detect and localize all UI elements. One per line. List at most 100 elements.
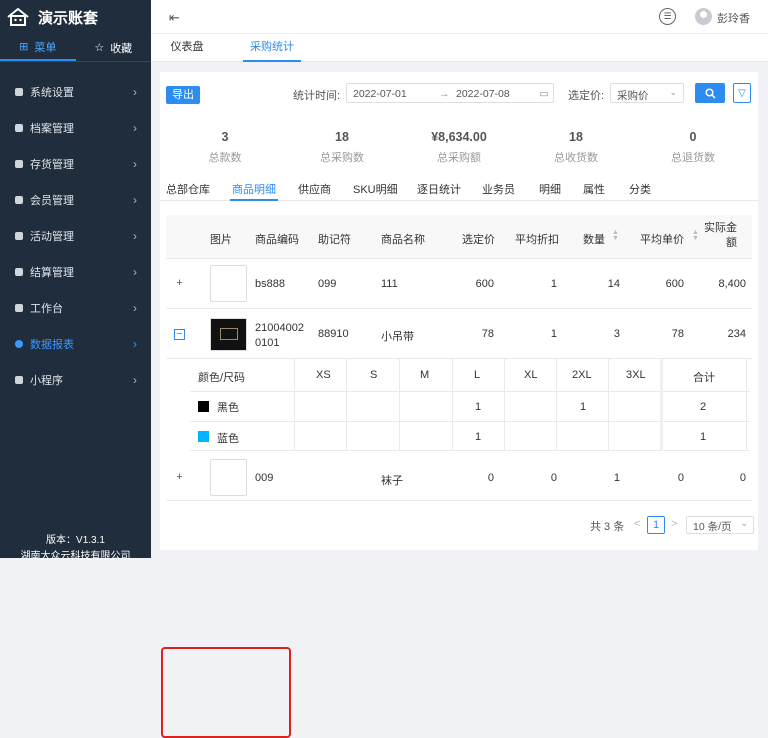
col-name: 商品名称 [381,234,425,246]
search-icon [704,87,716,99]
sidebar-item-settlement[interactable]: 结算管理 › [0,254,151,290]
size-color-breakdown: 颜色/尺码 XS S M L XL 2XL 3XL 合计 黑色 1 1 2 蓝色… [160,359,758,738]
col-discount: 平均折扣 [515,234,559,246]
tab-dashboard[interactable]: 仪表盘 [161,34,213,62]
table-row: − 21004002 0101 88910 小吊带 78 1 3 78 234 [166,309,752,359]
subtab-active-indicator [230,199,278,201]
user-name[interactable]: 彭玲香 [717,10,750,26]
collapse-menu-icon[interactable]: ⇤ [169,10,180,26]
archive-icon [14,123,24,133]
collapse-row-icon[interactable]: − [174,329,185,340]
subtab-sku-detail[interactable]: SKU明细 [353,181,398,197]
color-size-header: 颜色/尺码 [198,372,246,384]
sidebar-tab-favorites[interactable]: ☆ 收藏 [76,34,152,61]
subtab-salesperson[interactable]: 业务员 [482,181,515,197]
sidebar-item-members[interactable]: 会员管理 › [0,182,151,218]
version-label: 版本：V1.3.1 [46,535,105,546]
stat-total-purchase-qty: 18 总采购数 [320,130,364,164]
subtab-product-detail[interactable]: 商品明细 [232,181,276,197]
sidebar-item-reports[interactable]: 数据报表 › [0,326,151,362]
page-size-select[interactable]: 10 条/页 ⌄ [686,516,754,534]
main-content: 导出 统计时间: 2022-07-01 → 2022-07-08 ▭ 选定价: … [160,72,758,738]
sidebar-item-workbench[interactable]: 工作台 › [0,290,151,326]
house-logo-icon [6,7,30,27]
subtab-category[interactable]: 分类 [629,181,651,197]
chevron-right-icon: › [133,301,137,315]
product-image [210,265,247,302]
sidebar-item-activities[interactable]: 活动管理 › [0,218,151,254]
export-button[interactable]: 导出 [166,86,200,104]
sidebar: 演示账套 ⊞ 菜单 ☆ 收藏 系统设置 › 档案管理 › 存货管理 › 会员管理 › 活动管… [0,0,151,562]
date-start: 2022-07-01 [353,88,407,100]
col-price: 选定价 [462,234,495,246]
sort-icon[interactable]: ▲ ▼ [612,229,619,242]
miniprogram-icon [14,375,24,385]
subtab-daily[interactable]: 逐日统计 [417,181,461,197]
stat-total-purchase-amount: ¥8,634.00 总采购额 [431,130,487,164]
app-logo: 演示账套 [0,0,151,34]
star-icon: ☆ [94,42,105,54]
size-3xl: 3XL [626,369,646,381]
chevron-right-icon: › [133,337,137,351]
pagination-total: 共 3 条 [590,521,625,533]
settings-icon [14,87,24,97]
size-table: 颜色/尺码 XS S M L XL 2XL 3XL 合计 黑色 1 1 2 蓝色… [190,359,750,451]
col-qty[interactable]: 数量 [583,231,605,247]
page-1-button[interactable]: 1 [647,516,665,534]
sidebar-item-miniprogram[interactable]: 小程序 › [0,362,151,398]
chevron-right-icon: › [133,157,137,171]
sidebar-item-archives[interactable]: 档案管理 › [0,110,151,146]
subtab-attribute[interactable]: 属性 [583,181,605,197]
table-header: 图片 商品编码 助记符 商品名称 选定价 平均折扣 数量 ▲ ▼ 平均单价 ▲ ▼ … [166,215,752,259]
price-label: 选定价: [568,90,605,102]
col-image: 图片 [210,234,232,246]
color-swatch-black [198,401,209,412]
stat-total-received: 18 总收货数 [554,130,598,164]
col-mnemonic: 助记符 [318,234,351,246]
date-range-picker[interactable]: 2022-07-01 → 2022-07-08 ▭ [346,83,554,103]
color-black: 黑色 [217,402,239,414]
filter-button[interactable]: ▽ [733,83,751,103]
sidebar-item-system-settings[interactable]: 系统设置 › [0,74,151,110]
col-unit-price: 平均单价 [640,234,684,246]
prev-page-icon[interactable]: < [634,518,640,530]
workbench-icon [14,303,24,313]
size-m: M [420,369,430,381]
page-tabs: 仪表盘 采购统计 [151,34,768,62]
settlement-icon [14,267,24,277]
arrow-right-icon: → [439,88,450,100]
tab-purchase-stats[interactable]: 采购统计 [243,34,301,62]
sidebar-tabs: ⊞ 菜单 ☆ 收藏 [0,34,151,62]
search-button[interactable] [695,83,725,103]
sidebar-tab-menu[interactable]: ⊞ 菜单 [0,34,76,61]
col-code: 商品编码 [255,234,299,246]
color-swatch-blue [198,431,209,442]
sidebar-item-inventory[interactable]: 存货管理 › [0,146,151,182]
size-2xl: 2XL [572,369,592,381]
inventory-icon [14,159,24,169]
expand-icon[interactable]: + [174,472,185,484]
price-select[interactable]: 采购价 ⌄ [610,83,684,103]
chevron-right-icon: › [133,85,137,99]
chevron-right-icon: › [133,373,137,387]
top-bar: ⇤ ☰ 彭玲香 [151,0,768,34]
size-l: L [474,369,481,381]
filter-icon: ▽ [738,87,746,99]
size-s: S [370,369,378,381]
date-end: 2022-07-08 [456,88,510,100]
calendar-icon: ▭ [539,88,549,100]
subtab-supplier[interactable]: 供应商 [298,181,331,197]
menu-circle-icon[interactable]: ☰ [659,8,676,25]
grid-icon: ⊞ [19,41,29,53]
next-page-icon[interactable]: > [671,518,677,530]
avatar[interactable] [695,8,712,25]
stat-total-items: 3 总款数 [208,130,242,164]
expand-icon[interactable]: + [174,278,185,290]
stat-total-returned: 0 总退货数 [671,130,715,164]
size-xl: XL [524,369,538,381]
subtab-detail[interactable]: 明细 [539,181,561,197]
subtab-warehouse[interactable]: 总部仓库 [166,181,210,197]
col-amount: 实际金额 [704,222,737,249]
product-image [210,459,247,496]
date-label: 统计时间: [293,90,341,102]
